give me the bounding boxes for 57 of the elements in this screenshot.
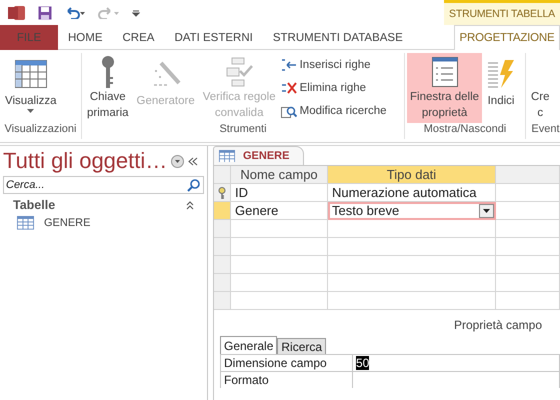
group-label: Strumenti <box>218 123 268 137</box>
type-cell[interactable]: Numerazione automatica <box>328 184 496 202</box>
group-label: Event <box>530 123 560 137</box>
ribbon-button[interactable]: Cre c <box>528 53 553 123</box>
property-sheet-icon <box>432 57 458 87</box>
insert-rows-icon <box>280 58 297 72</box>
column-header: Nome campo <box>231 166 328 184</box>
ribbon-button[interactable]: Inserisci righe <box>280 55 387 75</box>
group-label: Mostra/Nascondi <box>422 123 508 137</box>
table-icon <box>17 216 34 230</box>
app-logo-icon <box>8 4 26 20</box>
row-selector[interactable] <box>214 184 231 202</box>
section-label: Tabelle <box>13 198 56 212</box>
ribbon-tab[interactable]: STRUMENTI DATABASE <box>262 25 413 50</box>
customize-toolbar-icon[interactable] <box>132 8 140 16</box>
property-label: Dimensione campo <box>221 355 353 371</box>
ribbon-button[interactable]: Modifica ricerche <box>280 101 387 121</box>
ribbon-tab[interactable]: HOME <box>58 25 112 50</box>
collapse-section-icon[interactable] <box>186 200 194 210</box>
ribbon-button[interactable]: Visualizza <box>2 53 60 123</box>
ribbon-tab[interactable]: PROGETTAZIONE <box>454 25 560 51</box>
table-cell: ID <box>231 184 328 202</box>
ribbon-button[interactable]: Finestra delle proprietà <box>407 53 482 123</box>
dropdown-icon[interactable] <box>171 154 184 168</box>
table-icon <box>14 60 47 88</box>
column-header: Tipo dati <box>328 166 496 184</box>
lightning-list-icon <box>487 59 516 89</box>
document-tab[interactable]: GENERE <box>213 146 304 165</box>
property-tab[interactable]: Generale <box>220 336 278 354</box>
collapse-icon[interactable] <box>188 156 198 166</box>
ribbon-tab[interactable]: CREA <box>112 25 164 50</box>
table-icon <box>219 150 235 162</box>
caret-icon <box>483 208 490 212</box>
group-label: Visualizzazioni <box>4 123 78 137</box>
ribbon-button[interactable]: Indici <box>484 53 518 123</box>
ribbon-tab[interactable]: DATI ESTERNI <box>164 25 263 50</box>
checklist-icon <box>224 57 254 87</box>
property-value[interactable]: 50 <box>353 355 560 371</box>
ribbon-button[interactable]: Elimina righe <box>280 78 387 98</box>
properties-title: Proprietà campo <box>454 318 542 332</box>
key-icon <box>218 186 226 198</box>
context-tab-title: STRUMENTI TABELLA <box>444 0 560 25</box>
delete-rows-icon <box>280 81 297 95</box>
lookup-icon <box>280 104 297 118</box>
key-icon <box>100 55 115 89</box>
search-field[interactable]: Cerca... <box>3 176 204 194</box>
search-icon[interactable] <box>187 178 201 192</box>
nav-item[interactable]: GENERE <box>3 216 204 230</box>
pane-title: Tutti gli oggetti… <box>3 148 168 174</box>
item-label: GENERE <box>44 216 90 229</box>
table-cell: Genere <box>231 202 328 220</box>
property-tab[interactable]: Ricerca <box>277 338 326 354</box>
ribbon-button[interactable]: Chiave primaria <box>84 53 132 123</box>
dropdown-button[interactable] <box>479 204 494 218</box>
property-label: Formato <box>221 372 353 388</box>
save-icon[interactable] <box>38 6 52 20</box>
type-cell[interactable]: Testo breve <box>328 202 496 220</box>
